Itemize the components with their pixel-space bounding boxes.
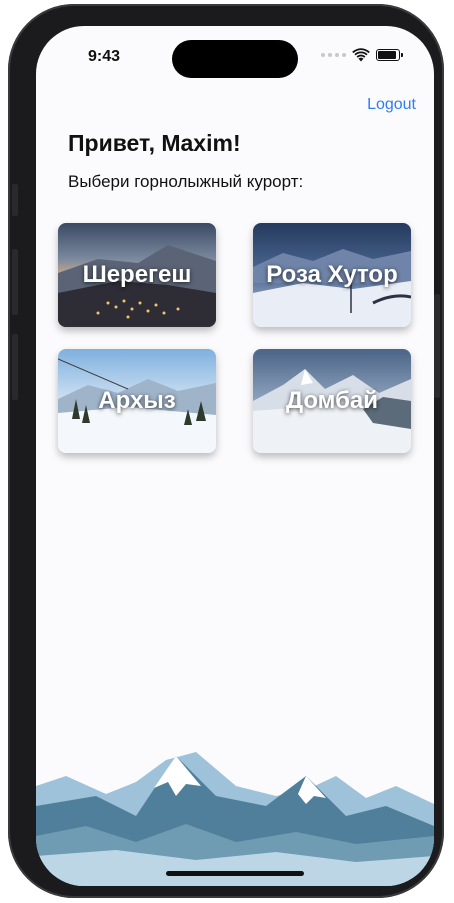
battery-icon xyxy=(376,49,403,61)
resort-card-sheregesh[interactable]: Шерегеш xyxy=(58,223,216,327)
resort-grid: Шерегеш Роза Хутор Архыз Домбай xyxy=(58,223,413,455)
wifi-icon xyxy=(352,48,370,62)
greeting-title: Привет, Maxim! xyxy=(68,130,241,156)
power-button xyxy=(434,294,440,398)
phone-frame: 9:43 Logout Привет, Maxim! Выбери горнол… xyxy=(8,4,444,898)
action-button xyxy=(12,184,18,216)
resort-prompt: Выбери горнолыжный курорт: xyxy=(68,172,304,191)
status-icons xyxy=(321,48,403,62)
resort-name: Шерегеш xyxy=(82,261,192,288)
logout-button[interactable]: Logout xyxy=(367,96,416,114)
resort-card-dombay[interactable]: Домбай xyxy=(253,349,411,453)
status-time: 9:43 xyxy=(88,48,121,65)
mountains-illustration xyxy=(36,752,434,886)
resort-name: Роза Хутор xyxy=(266,261,398,288)
dynamic-island xyxy=(172,40,298,78)
resort-card-arkhyz[interactable]: Архыз xyxy=(58,349,216,453)
resort-name: Домбай xyxy=(285,387,379,414)
resort-name: Архыз xyxy=(98,387,176,414)
resort-card-roza-khutor[interactable]: Роза Хутор xyxy=(253,223,411,327)
home-indicator xyxy=(166,871,304,876)
volume-down-button xyxy=(12,334,18,400)
screen: 9:43 Logout Привет, Maxim! Выбери горнол… xyxy=(36,26,434,886)
volume-up-button xyxy=(12,249,18,315)
cellular-signal-icon xyxy=(321,53,346,57)
